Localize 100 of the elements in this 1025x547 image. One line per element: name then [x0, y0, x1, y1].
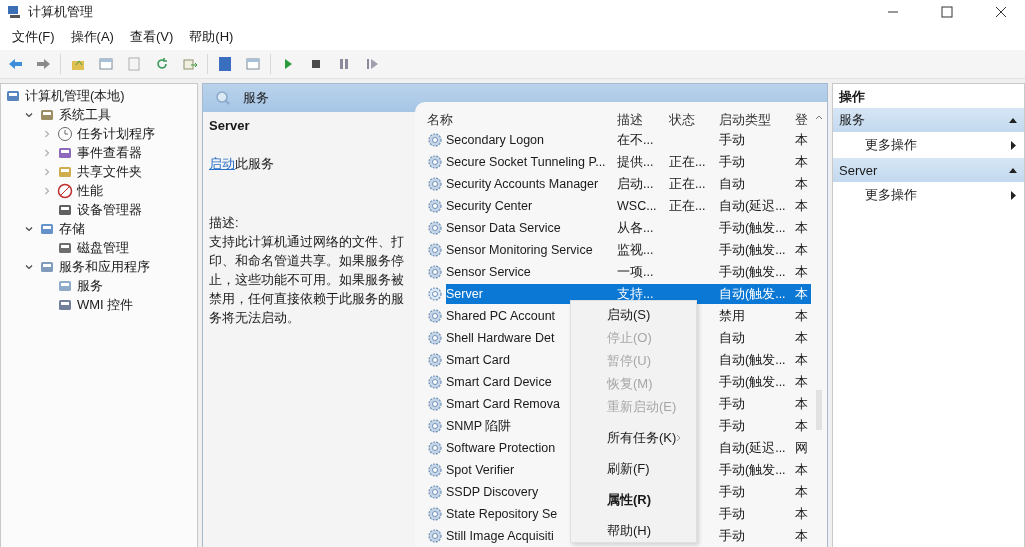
- service-name-cell[interactable]: Security Accounts Manager: [446, 174, 617, 194]
- table-cell-text: 本: [795, 330, 809, 347]
- table-cell-text: 本: [795, 484, 809, 501]
- table-cell-text: 手动: [719, 132, 746, 149]
- window-title: 计算机管理: [28, 3, 94, 21]
- table-cell-text: 自动(触发...: [719, 352, 787, 369]
- collapse-icon[interactable]: [1008, 167, 1018, 173]
- table-cell-text: 启动...: [617, 176, 655, 193]
- tree-item[interactable]: 服务: [77, 276, 103, 295]
- resume-icon: [364, 56, 380, 72]
- gear-icon: [427, 220, 443, 236]
- context-menu-item[interactable]: 帮助(H): [571, 519, 697, 542]
- menu-item[interactable]: 帮助(H): [181, 28, 242, 46]
- tree-item[interactable]: 服务和应用程序: [59, 257, 150, 276]
- gear-icon: [427, 264, 443, 280]
- table-cell-text: 正在...: [669, 154, 707, 171]
- table-cell-text: 本: [795, 220, 809, 237]
- table-cell-text: 手动: [719, 528, 746, 545]
- table-cell-text: 一项...: [617, 264, 655, 281]
- console-tree-icon: [98, 56, 114, 72]
- submenu-arrow-icon: [1011, 140, 1016, 150]
- table-cell-text: 自动: [719, 330, 746, 347]
- table-cell-text: 禁用: [719, 308, 746, 325]
- context-menu-item[interactable]: 刷新(F): [571, 457, 697, 480]
- gear-icon: [427, 484, 443, 500]
- table-cell-text: WSC...: [617, 198, 658, 215]
- gear-icon: [427, 396, 443, 412]
- actions-title: 操作: [838, 88, 866, 106]
- table-cell-text: 本: [795, 132, 809, 149]
- menu-item[interactable]: 操作(A): [62, 28, 122, 46]
- gear-icon: [427, 462, 443, 478]
- scroll-up-icon[interactable]: [815, 114, 824, 120]
- tree-item[interactable]: WMI 控件: [77, 295, 134, 314]
- table-cell-text: 从各...: [617, 220, 655, 237]
- clock-icon: [57, 125, 73, 142]
- column-header[interactable]: 描述: [617, 110, 669, 129]
- service-name-cell[interactable]: Server: [446, 284, 617, 304]
- column-header[interactable]: 启动类型: [719, 110, 795, 129]
- table-cell-text: 正在...: [669, 176, 707, 193]
- table-cell-text: 手动(触发...: [719, 220, 787, 237]
- description-text: 支持此计算机通过网络的文件、打印、和命名管道共享。如果服务停止，这些功能不可用。如果服务被禁用，任何直接依赖于此服务的服务将无法启动。: [209, 233, 405, 327]
- collapse-icon[interactable]: [1008, 117, 1018, 123]
- column-header[interactable]: 名称: [427, 110, 617, 129]
- table-cell-text: 本: [795, 528, 809, 545]
- table-cell-text: 手动(触发...: [719, 462, 787, 479]
- tree-item[interactable]: 系统工具: [59, 105, 111, 124]
- service-name-cell[interactable]: Sensor Monitoring Service: [446, 240, 617, 260]
- table-cell-text: 本: [795, 418, 809, 435]
- tree-item[interactable]: 存储: [59, 219, 85, 238]
- tree-item[interactable]: 设备管理器: [77, 200, 142, 219]
- service-name-cell[interactable]: Security Center: [446, 196, 617, 216]
- section-header[interactable]: Server: [833, 158, 1024, 182]
- table-cell-text: 本: [795, 198, 809, 215]
- table-cell: 自动(触发...: [719, 284, 795, 304]
- table-cell-text: 本: [795, 506, 809, 523]
- tree-item[interactable]: 事件查看器: [77, 143, 142, 162]
- gear-icon: [427, 198, 443, 214]
- service-name-cell[interactable]: Secure Socket Tunneling P...: [446, 152, 617, 172]
- column-header[interactable]: 状态: [669, 110, 719, 129]
- service-name-cell[interactable]: Secondary Logon: [446, 130, 617, 150]
- context-menu-item[interactable]: 启动(S): [571, 303, 697, 326]
- service-name-cell[interactable]: Sensor Service: [446, 262, 617, 282]
- gear-icon: [427, 242, 443, 258]
- tree-item[interactable]: 磁盘管理: [77, 238, 129, 257]
- table-cell-text: 手动(触发...: [719, 242, 787, 259]
- action-item[interactable]: 更多操作: [833, 132, 1024, 158]
- table-cell-text: 手动: [719, 418, 746, 435]
- table-cell-text: 本: [795, 264, 809, 281]
- section-header[interactable]: 服务: [833, 108, 1024, 132]
- gear-icon: [427, 440, 443, 456]
- maximize-icon: [941, 6, 953, 18]
- table-cell-text: 手动: [719, 396, 746, 413]
- gear-icon: [427, 330, 443, 346]
- export-list-icon: [182, 56, 198, 72]
- panel-title: 服务: [243, 89, 269, 107]
- table-cell: 本: [795, 284, 812, 304]
- export-icon: [126, 56, 142, 72]
- table-cell-text: 提供...: [617, 154, 655, 171]
- gear-icon: [427, 528, 443, 544]
- section-title: Server: [839, 162, 878, 178]
- menu-item[interactable]: 文件(F): [4, 28, 63, 46]
- start-link[interactable]: 启动: [209, 156, 235, 171]
- context-menu-item[interactable]: 所有任务(K): [571, 426, 697, 449]
- tree-item[interactable]: 任务计划程序: [77, 124, 155, 143]
- table-cell-text: 本: [795, 308, 809, 325]
- tree-item[interactable]: 共享文件夹: [77, 162, 142, 181]
- gear-icon: [427, 352, 443, 368]
- tree-item[interactable]: 性能: [77, 181, 103, 200]
- tree-item[interactable]: 计算机管理(本地): [25, 86, 125, 105]
- table-cell-text: 手动: [719, 154, 746, 171]
- service-name: Server: [209, 118, 251, 133]
- table-cell-text: 本: [795, 176, 809, 193]
- context-menu-item[interactable]: 属性(R): [571, 488, 697, 511]
- service-name-cell[interactable]: Sensor Data Service: [446, 218, 617, 238]
- column-header[interactable]: 登: [795, 110, 812, 129]
- menu-item[interactable]: 查看(V): [121, 28, 182, 46]
- action-item[interactable]: 更多操作: [833, 182, 1024, 208]
- gear-icon: [427, 506, 443, 522]
- gear-icon: [427, 374, 443, 390]
- gear-icon: [427, 176, 443, 192]
